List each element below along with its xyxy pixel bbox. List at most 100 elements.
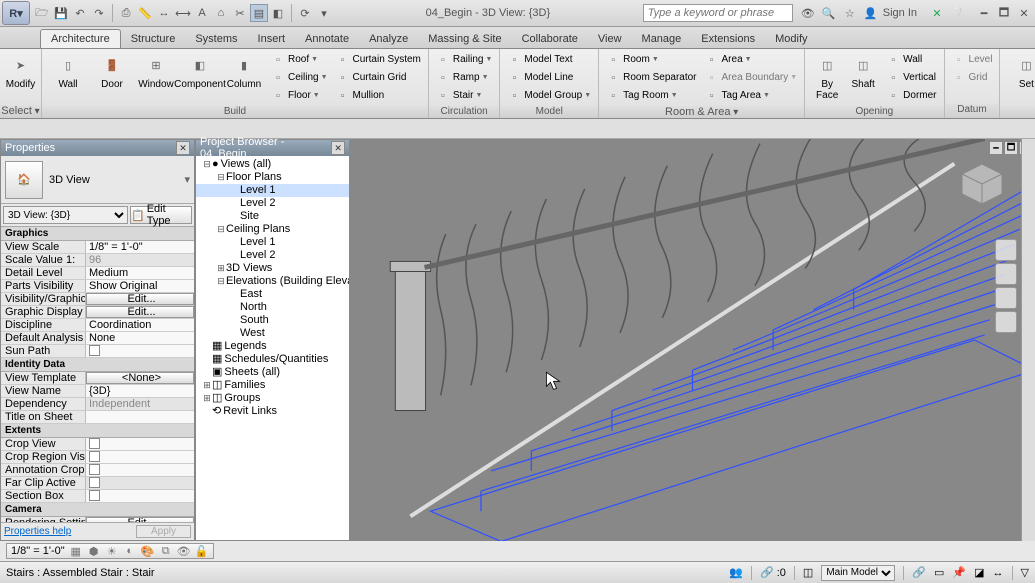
prop-row[interactable]: Far Clip Active — [1, 477, 194, 490]
edit-type-button[interactable]: 📋Edit Type — [130, 206, 192, 224]
sync-icon[interactable]: ⟳ — [296, 4, 314, 22]
tree-node[interactable]: ⟲Revit Links — [196, 405, 349, 418]
tree-node[interactable]: Level 1 — [196, 184, 349, 197]
orbit-icon[interactable] — [995, 311, 1017, 333]
viewport-scrollbar[interactable] — [1021, 139, 1035, 541]
signin-label[interactable]: Sign In — [883, 7, 917, 19]
viewport-3d[interactable]: ━ 🗖 ✕ — [350, 139, 1035, 541]
prop-row[interactable]: Parts VisibilityShow Original — [1, 280, 194, 293]
ramp-button[interactable]: ▫Ramp▼ — [433, 69, 496, 86]
close-icon[interactable]: ✕ — [1015, 4, 1033, 22]
app-menu-button[interactable]: R▾ — [2, 1, 30, 25]
tree-node[interactable]: ▣Sheets (all) — [196, 366, 349, 379]
tree-node[interactable]: ▦Legends — [196, 340, 349, 353]
prop-group-extents[interactable]: Extents — [1, 424, 194, 438]
tree-expander-icon[interactable]: ⊟ — [216, 171, 226, 184]
select-underlay-icon[interactable]: ▭ — [934, 566, 944, 579]
tree-node[interactable]: ⊟●Views (all) — [196, 158, 349, 171]
properties-header[interactable]: Properties ✕ — [1, 140, 194, 156]
tree-node[interactable]: ⊞◫Groups — [196, 392, 349, 405]
zoom-icon[interactable] — [995, 287, 1017, 309]
view-cube[interactable] — [957, 159, 1007, 209]
steering-wheel-icon[interactable] — [995, 239, 1017, 261]
prop-row[interactable]: Default Analysis ...None — [1, 332, 194, 345]
filter-icon[interactable]: ▽ — [1021, 566, 1029, 579]
type-dropdown-icon[interactable]: ▾ — [184, 173, 190, 186]
tree-expander-icon[interactable]: ⊞ — [202, 392, 212, 405]
column-button[interactable]: ▮Column — [222, 51, 266, 103]
tree-node[interactable]: North — [196, 301, 349, 314]
print-icon[interactable]: ⎙ — [117, 4, 135, 22]
search-input[interactable] — [643, 4, 793, 22]
prop-row[interactable]: View Name{3D} — [1, 385, 194, 398]
favorite-icon[interactable]: ☆ — [841, 4, 859, 22]
select-pinned-icon[interactable]: 📌 — [952, 566, 966, 579]
properties-help-link[interactable]: Properties help — [4, 526, 71, 537]
communicate-icon[interactable]: 🔍 — [820, 4, 838, 22]
undo-icon[interactable]: ↶ — [71, 4, 89, 22]
ceiling-button[interactable]: ▫Ceiling▼ — [268, 69, 331, 86]
roof-button[interactable]: ▫Roof▼ — [268, 51, 331, 68]
room-separator-button[interactable]: ▫Room Separator — [603, 69, 699, 86]
sunpath-icon[interactable]: ☀ — [105, 544, 119, 558]
set-workplane-button[interactable]: ◫ Set — [1004, 51, 1035, 103]
select-face-icon[interactable]: ◪ — [974, 566, 984, 579]
model-line-button[interactable]: ▫Model Line — [504, 69, 594, 86]
close-hidden-icon[interactable]: ◧ — [269, 4, 287, 22]
tree-expander-icon[interactable]: ⊟ — [216, 275, 226, 288]
grid-button[interactable]: ▫Grid — [949, 69, 996, 86]
room-button[interactable]: ▫Room▼ — [603, 51, 699, 68]
detail-level-icon[interactable]: ▦ — [69, 544, 83, 558]
tab-architecture[interactable]: Architecture — [40, 29, 121, 48]
prop-row[interactable]: DependencyIndependent — [1, 398, 194, 411]
door-button[interactable]: 🚪Door — [90, 51, 134, 103]
prop-row[interactable]: View Scale1/8" = 1'-0" — [1, 241, 194, 254]
tree-node[interactable]: ⊟Elevations (Building Elevat — [196, 275, 349, 288]
level-button[interactable]: ▫Level — [949, 51, 996, 68]
dormer-button[interactable]: ▫Dormer — [883, 87, 939, 104]
select-panel-title[interactable]: Select ▾ — [0, 105, 41, 118]
by-face-button[interactable]: ◫ByFace — [809, 51, 845, 103]
hide-icon[interactable]: 👁 — [177, 544, 191, 558]
thinline-icon[interactable]: ▤ — [250, 4, 268, 22]
area-boundary-button[interactable]: ▫Area Boundary▼ — [702, 69, 801, 86]
shadow-icon[interactable]: ◐ — [123, 544, 137, 558]
tab-systems[interactable]: Systems — [185, 30, 247, 48]
exchange-icon[interactable]: ✕ — [928, 4, 946, 22]
browser-header[interactable]: Project Browser - 04_Begin ✕ — [196, 140, 349, 156]
tag-room-button[interactable]: ▫Tag Room▼ — [603, 87, 699, 104]
tree-node[interactable]: Level 2 — [196, 249, 349, 262]
subscription-icon[interactable]: 👁 — [799, 4, 817, 22]
prop-group-camera[interactable]: Camera — [1, 503, 194, 517]
minimize-icon[interactable]: ━ — [975, 4, 993, 22]
tree-node[interactable]: Level 2 — [196, 197, 349, 210]
tree-expander-icon[interactable]: ⊟ — [216, 223, 226, 236]
tree-node[interactable]: West — [196, 327, 349, 340]
tag-area-button[interactable]: ▫Tag Area▼ — [702, 87, 801, 104]
model-group-button[interactable]: ▫Model Group▼ — [504, 87, 594, 104]
model-text-button[interactable]: ▫Model Text — [504, 51, 594, 68]
worksets-icon[interactable]: 👥 — [729, 566, 743, 579]
select-links-icon[interactable]: 🔗 — [912, 566, 926, 579]
drag-icon[interactable]: ↔ — [993, 567, 1004, 579]
tree-node[interactable]: Level 1 — [196, 236, 349, 249]
instance-selector[interactable]: 3D View: {3D} — [3, 206, 128, 224]
room-panel-title[interactable]: Room & Area ▾ — [599, 106, 804, 118]
wall-button[interactable]: ▯Wall — [46, 51, 90, 103]
browser-close-icon[interactable]: ✕ — [331, 141, 345, 155]
tree-node[interactable]: ⊞◫Families — [196, 379, 349, 392]
prop-row[interactable]: Crop Region Visible — [1, 451, 194, 464]
tree-node[interactable]: ▦Schedules/Quantities — [196, 353, 349, 366]
stair-button[interactable]: ▫Stair▼ — [433, 87, 496, 104]
apply-button[interactable]: Apply — [136, 525, 191, 538]
tab-extensions[interactable]: Extensions — [691, 30, 765, 48]
tree-expander-icon[interactable]: ⊞ — [216, 262, 226, 275]
tree-node[interactable]: South — [196, 314, 349, 327]
help-icon[interactable]: ❔ — [949, 4, 967, 22]
prop-group-graphics[interactable]: Graphics — [1, 227, 194, 241]
browser-tree[interactable]: ⊟●Views (all)⊟Floor PlansLevel 1Level 2S… — [196, 156, 349, 540]
open-icon[interactable]: 🗁 — [33, 4, 51, 22]
visual-style-icon[interactable]: ⬢ — [87, 544, 101, 558]
prop-row[interactable]: Graphic Display O...Edit... — [1, 306, 194, 319]
tree-node[interactable]: ⊞3D Views — [196, 262, 349, 275]
